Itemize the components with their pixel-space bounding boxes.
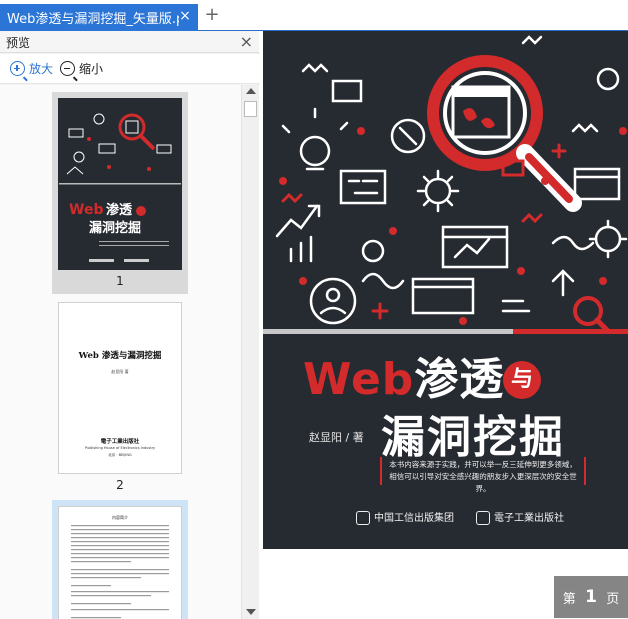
thumbnail-page-3[interactable]: 内容简介	[52, 500, 188, 619]
zoom-out-button[interactable]: 缩小	[60, 60, 104, 81]
cover-connector-badge: 与	[503, 361, 541, 399]
sidebar-header: 预览 ×	[0, 31, 259, 53]
zoom-in-button[interactable]: 放大	[10, 60, 54, 81]
current-page-number: 1	[585, 587, 597, 607]
thumb2-publisher-en: Publishing House of Electronics Industry	[84, 446, 156, 450]
publisher-group-name: 中国工信出版集团	[374, 513, 454, 524]
cover-title-cn1: 渗透	[414, 354, 505, 405]
thumb2-author: 赵显阳 著	[111, 369, 129, 374]
publisher-press: 電子工業出版社	[476, 509, 564, 525]
thumb2-city: 北京 · BEIJING	[108, 453, 132, 457]
scroll-down-icon[interactable]	[246, 609, 256, 615]
cover-title-line2: 漏洞挖掘	[381, 412, 565, 463]
zoom-in-label: 放大	[29, 62, 54, 76]
page-indicator[interactable]: 第 1 页	[554, 576, 628, 618]
thumb2-publisher: 電子工業出版社	[100, 439, 140, 445]
publisher-group: 中国工信出版集团	[356, 509, 454, 525]
zoom-out-label: 缩小	[79, 62, 104, 76]
cover-blurb-line1: 本书内容来源于实践，并可以举一反三延伸到更多领域，	[389, 460, 577, 469]
thumbnail-image: 内容简介	[58, 506, 182, 619]
thumbnail-image: Web 渗透与漏洞挖掘 赵显阳 著 電子工業出版社 Publishing Hou…	[58, 302, 182, 474]
thumbnail-page-number: 1	[116, 274, 124, 288]
zoom-in-icon	[10, 61, 28, 81]
scroll-thumb[interactable]	[244, 101, 257, 117]
zoom-out-icon	[60, 61, 78, 81]
svg-text:漏洞挖掘: 漏洞挖掘	[89, 220, 141, 236]
thumbnail-image: Web 渗透 漏洞挖掘	[58, 98, 182, 270]
page-suffix: 页	[606, 591, 620, 607]
document-viewer[interactable]: Web渗透 与 漏洞挖掘 赵显阳 / 著 本书内容来源于实践，并可以举一反三延伸…	[260, 31, 628, 619]
document-tab[interactable]: Web渗透与漏洞挖掘_矢量版.pdf ×	[0, 4, 198, 31]
thumb2-title: Web 渗透与漏洞挖掘	[78, 351, 162, 361]
cover-blurb-line2: 相信可以引导对安全感兴趣的朋友步入更深层次的安全世界。	[389, 472, 577, 493]
thumbnail-page-1[interactable]: Web 渗透 漏洞挖掘 1	[52, 92, 188, 294]
svg-text:渗透: 渗透	[106, 202, 132, 218]
cover-title-line1: Web渗透	[303, 343, 504, 407]
thumbnail-list: Web 渗透 漏洞挖掘 1 Web 渗透与漏洞挖掘 赵显阳 著 電子工業出版社 …	[0, 85, 241, 619]
zoom-toolbar: 放大 缩小	[0, 54, 259, 84]
preview-sidebar: 预览 × 放大 缩小 Web 渗透 漏洞挖掘 1 Web 渗透与漏洞挖掘 赵显阳…	[0, 31, 259, 619]
cover-author: 赵显阳 / 著	[309, 431, 364, 444]
sidebar-title: 预览	[6, 36, 31, 50]
tab-close-icon[interactable]: ×	[178, 9, 192, 23]
cover-publishers: 中国工信出版集团 電子工業出版社	[356, 509, 564, 525]
publisher-press-name: 電子工業出版社	[494, 513, 564, 524]
sidebar-scrollbar[interactable]	[241, 85, 259, 619]
tab-title: Web渗透与漏洞挖掘_矢量版.pdf	[7, 12, 179, 27]
thumbnail-page-2[interactable]: Web 渗透与漏洞挖掘 赵显阳 著 電子工業出版社 Publishing Hou…	[52, 300, 188, 494]
page-prefix: 第	[562, 591, 576, 607]
new-tab-icon[interactable]: +	[203, 6, 221, 24]
tab-bar: Web渗透与漏洞挖掘_矢量版.pdf × +	[0, 0, 628, 31]
svg-text:Web: Web	[69, 202, 103, 218]
publisher-logo-icon	[356, 511, 370, 525]
cover-blurb: 本书内容来源于实践，并可以举一反三延伸到更多领域， 相信可以引导对安全感兴趣的朋…	[380, 457, 586, 493]
book-cover-page: Web渗透 与 漏洞挖掘 赵显阳 / 著 本书内容来源于实践，并可以举一反三延伸…	[263, 31, 628, 549]
sidebar-close-icon[interactable]: ×	[240, 32, 253, 51]
cover-title-web: Web	[303, 354, 415, 405]
thumbnail-page-number: 2	[116, 478, 124, 492]
press-logo-icon	[476, 511, 490, 525]
scroll-up-icon[interactable]	[246, 88, 256, 94]
